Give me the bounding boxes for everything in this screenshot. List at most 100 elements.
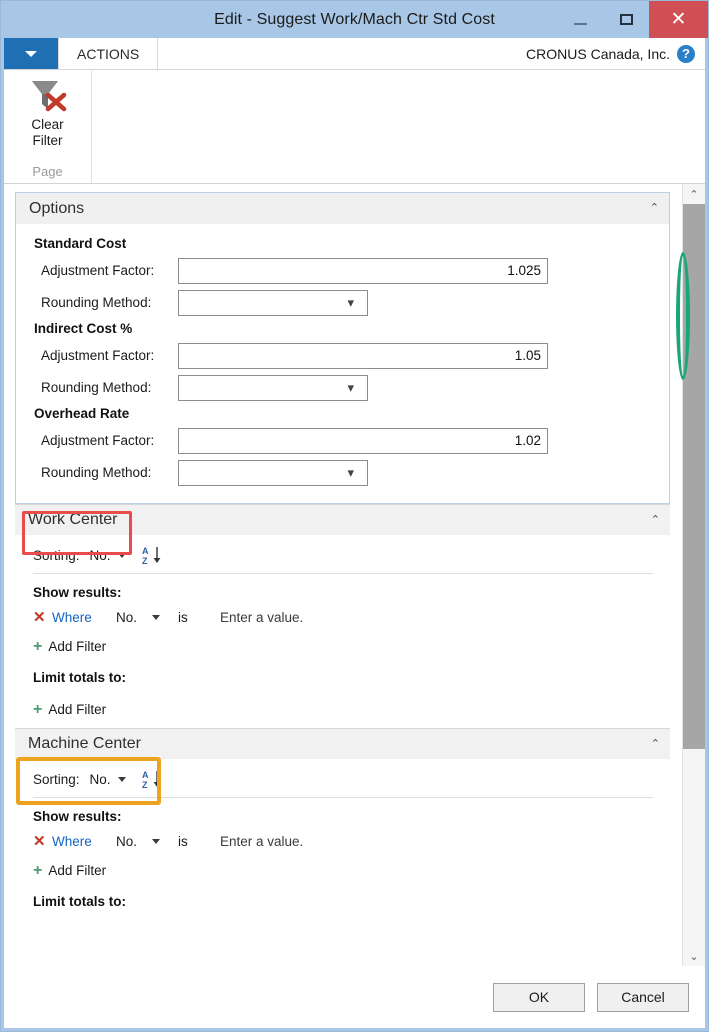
scroll-up-button[interactable]: ⌃ bbox=[683, 184, 705, 204]
work-center-sorting-row: Sorting: No. A Z bbox=[15, 545, 670, 573]
scrollbar-track[interactable] bbox=[683, 204, 705, 946]
options-pane: Options ⌃ Standard Cost Adjustment Facto… bbox=[4, 184, 682, 966]
ribbon-menu-button[interactable] bbox=[4, 38, 58, 69]
sort-ascending-icon[interactable]: A Z bbox=[142, 769, 164, 790]
az-sort-icon: A Z bbox=[142, 770, 160, 790]
machine-center-show-results-label: Show results: bbox=[33, 809, 122, 824]
cancel-button[interactable]: Cancel bbox=[597, 982, 689, 1012]
work-center-add-filter-results[interactable]: + Add Filter bbox=[15, 634, 670, 659]
funnel-x-icon bbox=[31, 81, 66, 112]
machine-center-where-link[interactable]: Where bbox=[52, 834, 116, 849]
input-overhead-adjustment-factor[interactable] bbox=[178, 427, 548, 454]
scrollbar-thumb[interactable] bbox=[683, 204, 705, 749]
ok-button[interactable]: OK bbox=[493, 982, 585, 1012]
work-center-show-results-label: Show results: bbox=[33, 585, 122, 600]
work-center-sorting-select[interactable]: No. bbox=[90, 548, 126, 563]
work-center-filter-row: ✕ Where No. is Enter a value. bbox=[15, 606, 670, 628]
vertical-scrollbar[interactable]: ⌃ ⌄ bbox=[682, 184, 705, 966]
group-label-overhead-rate: Overhead Rate bbox=[34, 406, 130, 421]
machine-center-filter-field[interactable]: No. bbox=[116, 834, 152, 849]
clear-filter-icon bbox=[26, 76, 70, 116]
work-center-section-title: Work Center bbox=[28, 511, 118, 528]
work-center-section-body: Sorting: No. A Z Show results: ✕ Where N… bbox=[15, 535, 670, 728]
chevron-up-icon[interactable]: ⌃ bbox=[651, 514, 660, 526]
machine-center-sorting-row: Sorting: No. A Z bbox=[15, 769, 670, 797]
clear-filter-label-line2: Filter bbox=[32, 133, 63, 148]
close-icon: ✕ bbox=[670, 9, 687, 30]
remove-filter-icon[interactable]: ✕ bbox=[33, 610, 52, 625]
plus-icon: + bbox=[33, 700, 43, 718]
window-controls: ✕ bbox=[557, 1, 708, 38]
ribbon-tab-strip: ACTIONS CRONUS Canada, Inc. ? bbox=[4, 38, 705, 70]
machine-center-filter-value[interactable]: Enter a value. bbox=[220, 834, 303, 849]
svg-text:Z: Z bbox=[142, 556, 148, 565]
chevron-up-icon[interactable]: ⌃ bbox=[651, 738, 660, 750]
machine-center-sorting-select[interactable]: No. bbox=[90, 772, 126, 787]
chevron-up-icon[interactable]: ⌃ bbox=[650, 203, 659, 214]
remove-filter-icon[interactable]: ✕ bbox=[33, 834, 52, 849]
work-center-add-filter-totals-label: Add Filter bbox=[48, 702, 107, 717]
dialog-content: Options ⌃ Standard Cost Adjustment Facto… bbox=[4, 184, 705, 1028]
field-row-standard-adjustment: Adjustment Factor: bbox=[16, 257, 669, 284]
label-overhead-adjustment-factor: Adjustment Factor: bbox=[41, 433, 155, 448]
work-center-limit-totals-label: Limit totals to: bbox=[33, 670, 126, 685]
field-row-overhead-adjustment: Adjustment Factor: bbox=[16, 427, 669, 454]
minimize-button[interactable] bbox=[557, 1, 603, 38]
title-bar: Edit - Suggest Work/Mach Ctr Std Cost ✕ bbox=[1, 1, 708, 38]
chevron-down-icon: ▾ bbox=[347, 295, 354, 310]
svg-text:A: A bbox=[142, 770, 149, 780]
chevron-down-icon bbox=[152, 838, 160, 844]
work-center-section: Work Center ⌃ Sorting: No. A Z Show resu… bbox=[15, 504, 670, 728]
ribbon-group-page: Clear Filter Page bbox=[4, 70, 92, 183]
field-row-overhead-rounding: Rounding Method: ▾ bbox=[16, 459, 669, 486]
input-standard-adjustment-factor[interactable] bbox=[178, 257, 548, 284]
tab-actions[interactable]: ACTIONS bbox=[58, 38, 159, 69]
work-center-sorting-label: Sorting: bbox=[33, 547, 80, 563]
work-center-sorting-value: No. bbox=[89, 547, 111, 563]
options-section-body: Standard Cost Adjustment Factor: Roundin… bbox=[16, 224, 669, 503]
svg-text:Z: Z bbox=[142, 780, 148, 789]
options-section-title: Options bbox=[29, 199, 85, 217]
machine-center-add-filter-results[interactable]: + Add Filter bbox=[15, 858, 670, 883]
clear-filter-button[interactable]: Clear Filter bbox=[4, 76, 91, 148]
work-center-where-link[interactable]: Where bbox=[52, 610, 116, 625]
work-center-add-filter-label: Add Filter bbox=[48, 639, 107, 654]
machine-center-sorting-label: Sorting: bbox=[33, 771, 80, 787]
work-center-filter-field-dropdown[interactable] bbox=[152, 614, 178, 620]
work-center-filter-operator: is bbox=[178, 609, 188, 625]
az-sort-icon: A Z bbox=[142, 546, 160, 566]
work-center-add-filter-totals[interactable]: + Add Filter bbox=[15, 697, 670, 722]
machine-center-filter-operator: is bbox=[178, 833, 188, 849]
chevron-down-icon: ▾ bbox=[347, 465, 354, 480]
select-indirect-rounding-method[interactable]: ▾ bbox=[178, 374, 368, 401]
machine-center-filter-field-dropdown[interactable] bbox=[152, 838, 178, 844]
field-row-indirect-rounding: Rounding Method: ▾ bbox=[16, 374, 669, 401]
help-icon[interactable]: ? bbox=[677, 44, 695, 63]
chevron-down-icon bbox=[117, 552, 126, 558]
machine-center-section-header[interactable]: Machine Center ⌃ bbox=[15, 728, 670, 759]
maximize-button[interactable] bbox=[603, 1, 649, 38]
machine-center-filter-row: ✕ Where No. is Enter a value. bbox=[15, 830, 670, 852]
work-center-filter-field[interactable]: No. bbox=[116, 610, 152, 625]
machine-center-limit-totals-label: Limit totals to: bbox=[33, 894, 126, 909]
machine-center-section-title: Machine Center bbox=[28, 735, 141, 752]
group-label-indirect-cost: Indirect Cost % bbox=[34, 321, 133, 336]
work-center-filter-value[interactable]: Enter a value. bbox=[220, 610, 303, 625]
close-button[interactable]: ✕ bbox=[649, 1, 708, 38]
scroll-down-button[interactable]: ⌄ bbox=[683, 946, 705, 966]
plus-icon: + bbox=[33, 861, 43, 879]
chevron-down-icon: ▾ bbox=[347, 380, 354, 395]
ribbon: Clear Filter Page bbox=[4, 70, 705, 184]
minimize-icon bbox=[573, 22, 587, 25]
options-section-header[interactable]: Options ⌃ bbox=[16, 193, 669, 224]
machine-center-section-body: Sorting: No. A Z Show results: ✕ Where N… bbox=[15, 759, 670, 921]
input-indirect-adjustment-factor[interactable] bbox=[178, 342, 548, 369]
select-overhead-rounding-method[interactable]: ▾ bbox=[178, 459, 368, 486]
sort-ascending-icon[interactable]: A Z bbox=[142, 545, 164, 566]
group-label-standard-cost: Standard Cost bbox=[34, 236, 127, 251]
field-row-indirect-adjustment: Adjustment Factor: bbox=[16, 342, 669, 369]
work-center-section-header[interactable]: Work Center ⌃ bbox=[15, 504, 670, 535]
scroll-region: Options ⌃ Standard Cost Adjustment Facto… bbox=[4, 184, 705, 966]
label-standard-rounding-method: Rounding Method: bbox=[41, 295, 152, 310]
select-standard-rounding-method[interactable]: ▾ bbox=[178, 289, 368, 316]
